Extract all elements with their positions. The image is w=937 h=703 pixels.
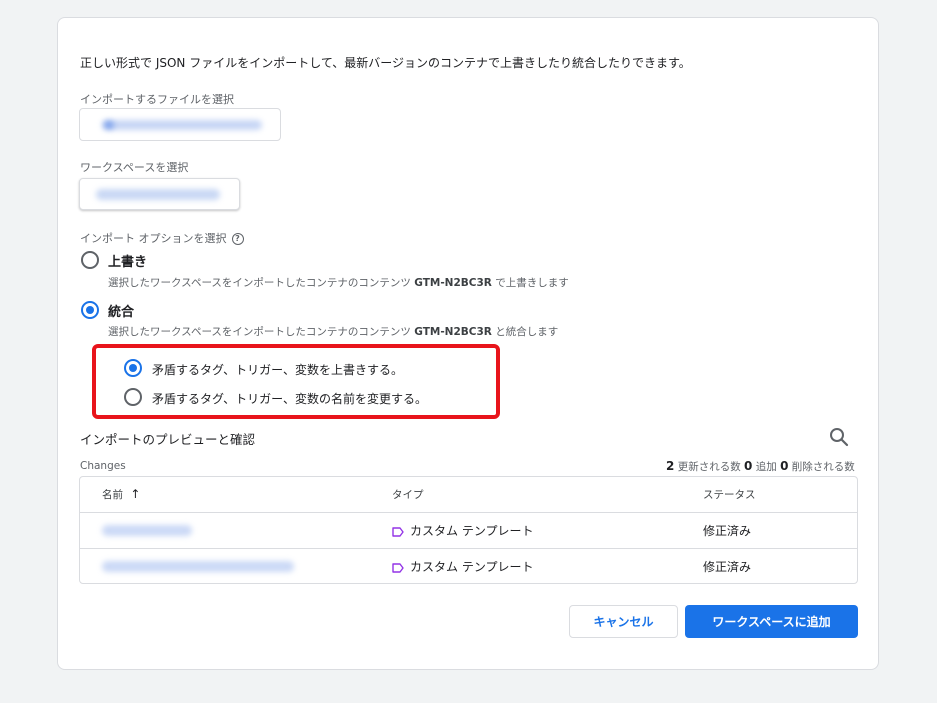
preview-title: インポートのプレビューと確認	[80, 432, 256, 447]
changes-label: Changes	[80, 460, 126, 472]
highlight-box	[92, 344, 500, 419]
template-tag-icon	[392, 527, 404, 537]
added-count: 0	[744, 459, 753, 473]
workspace-label: ワークスペースを選択	[80, 161, 189, 174]
merge-title: 統合	[108, 305, 135, 320]
template-tag-icon	[392, 563, 404, 573]
help-icon[interactable]: ?	[231, 233, 244, 245]
column-header-name-label: 名前	[102, 489, 123, 501]
merge-desc-suffix: と統合します	[495, 326, 559, 338]
rename-conflicts-label: 矛盾するタグ、トリガー、変数の名前を変更する。	[152, 392, 428, 406]
column-header-status: ステータス	[703, 489, 756, 501]
import-dialog: 正しい形式で JSON ファイルをインポートして、最新バージョンのコンテナで上書…	[57, 17, 879, 670]
change-counts: 2 更新される数 0 追加 0 削除される数	[666, 459, 855, 474]
table-row[interactable]: カスタム テンプレート 修正済み	[80, 513, 857, 548]
overwrite-radio[interactable]	[81, 251, 99, 269]
sort-arrow-icon: ↑	[130, 487, 141, 501]
merge-desc-prefix: 選択したワークスペースをインポートしたコンテナのコンテンツ	[108, 326, 411, 338]
redacted-workspace-name	[96, 189, 220, 200]
overwrite-title: 上書き	[108, 255, 148, 270]
redacted-file-dot	[104, 121, 114, 129]
overwrite-conflicts-radio[interactable]	[124, 359, 142, 377]
merge-container-id: GTM-N2BC3R	[414, 326, 492, 338]
redacted-file-name	[102, 120, 262, 130]
overwrite-desc-prefix: 選択したワークスペースをインポートしたコンテナのコンテンツ	[108, 277, 411, 289]
cancel-button[interactable]: キャンセル	[569, 605, 678, 638]
column-header-type: タイプ	[392, 489, 424, 501]
row-status: 修正済み	[703, 560, 752, 574]
table-row[interactable]: カスタム テンプレート 修正済み	[80, 549, 857, 583]
merge-description: 選択したワークスペースをインポートしたコンテナのコンテンツ GTM-N2BC3R…	[108, 324, 558, 339]
import-option-label: インポート オプションを選択?	[80, 230, 244, 246]
overwrite-conflicts-label: 矛盾するタグ、トリガー、変数を上書きする。	[152, 363, 404, 377]
column-header-name[interactable]: 名前 ↑	[102, 487, 140, 502]
updated-count: 2	[666, 459, 675, 473]
file-label: インポートするファイルを選択	[80, 93, 234, 106]
deleted-text: 削除される数	[791, 461, 855, 473]
intro-text: 正しい形式で JSON ファイルをインポートして、最新バージョンのコンテナで上書…	[80, 56, 691, 70]
rename-conflicts-radio[interactable]	[124, 388, 142, 406]
merge-radio[interactable]	[81, 301, 99, 319]
row-status: 修正済み	[703, 524, 752, 538]
row-type: カスタム テンプレート	[392, 522, 533, 539]
overwrite-description: 選択したワークスペースをインポートしたコンテナのコンテンツ GTM-N2BC3R…	[108, 275, 569, 290]
row-type-label: カスタム テンプレート	[410, 524, 534, 538]
import-option-label-text: インポート オプションを選択	[80, 232, 227, 245]
search-icon[interactable]	[827, 425, 851, 449]
redacted-tag-name	[102, 525, 192, 536]
deleted-count: 0	[780, 459, 789, 473]
redacted-tag-name	[102, 561, 294, 572]
file-select-field[interactable]	[79, 108, 281, 141]
row-type: カスタム テンプレート	[392, 558, 533, 575]
add-to-workspace-button[interactable]: ワークスペースに追加	[685, 605, 858, 638]
overwrite-desc-suffix: で上書きします	[495, 277, 569, 289]
workspace-select-field[interactable]	[79, 178, 240, 210]
added-text: 追加	[755, 461, 777, 473]
overwrite-container-id: GTM-N2BC3R	[414, 277, 492, 289]
changes-table: 名前 ↑ タイプ ステータス カスタム テンプレート 修正済み カスタム テンプ…	[79, 476, 858, 584]
updated-text: 更新される数	[677, 461, 741, 473]
row-type-label: カスタム テンプレート	[410, 560, 534, 574]
